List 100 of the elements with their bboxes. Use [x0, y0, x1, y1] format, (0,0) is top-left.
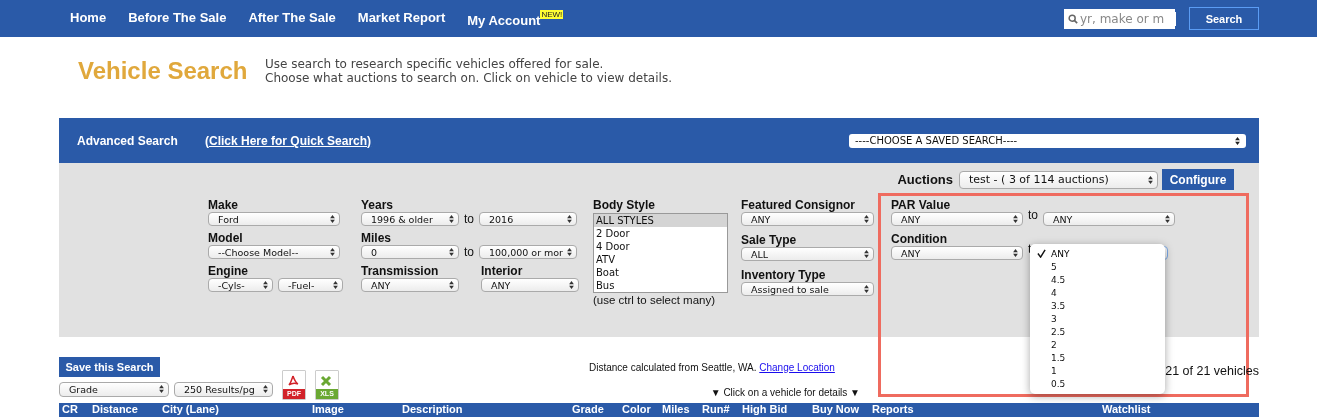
caret-icon [1013, 215, 1018, 223]
column-header[interactable]: Image [309, 403, 399, 416]
select-dropdown[interactable]: --Choose Model-- [208, 245, 340, 259]
caret-icon [1165, 215, 1170, 223]
column-header[interactable]: Distance [89, 403, 159, 416]
caret-icon [333, 281, 338, 289]
field-label: Inventory Type [741, 268, 827, 282]
field-label: Sale Type [741, 233, 798, 247]
list-option[interactable]: 2 Door [594, 227, 727, 240]
description-text: Choose what auctions to search on. Click on vehicle to view details. [265, 71, 672, 85]
page-title: Vehicle Search [78, 57, 249, 85]
menu-option[interactable]: 3.5 [1030, 299, 1165, 312]
select-dropdown[interactable]: 0 [361, 245, 459, 259]
distance-note: Distance calculated from Seattle, WA. Change Location [589, 362, 836, 373]
menu-option[interactable]: 0.5 [1030, 377, 1165, 390]
column-header[interactable]: Watchlist [1099, 403, 1159, 416]
field-label: Engine [208, 264, 249, 278]
select-dropdown[interactable]: Ford [208, 212, 340, 226]
column-header[interactable]: Miles [659, 403, 699, 416]
list-option[interactable]: 4 Door [594, 240, 727, 253]
select-dropdown[interactable]: Assigned to sale [741, 282, 874, 296]
click-hint-text: ▼ Click on a vehicle for details ▼ [709, 387, 861, 398]
caret-icon [567, 215, 572, 223]
field-label: PAR Value [891, 198, 952, 212]
list-option[interactable]: ALL STYLES [594, 214, 727, 227]
select-dropdown[interactable]: 100,000 or mor [479, 245, 577, 259]
select-dropdown[interactable]: ANY [741, 212, 874, 226]
select-dropdown[interactable]: ANY [891, 212, 1023, 226]
field-label: Condition [891, 232, 948, 246]
save-search-button[interactable]: Save this Search [59, 357, 160, 377]
nav-link[interactable]: Market Report [357, 9, 446, 28]
body-style-listbox[interactable]: ALL STYLES 2 Door 4 Door ATV Boat Bus [593, 213, 728, 293]
caret-icon [864, 285, 869, 293]
menu-option[interactable]: 2 [1030, 338, 1165, 351]
caret-icon [330, 215, 335, 223]
change-location-link[interactable]: Change Location [759, 362, 835, 373]
column-header[interactable]: CR [59, 403, 89, 416]
select-dropdown[interactable]: 1996 & older [361, 212, 459, 226]
menu-option[interactable]: 3 [1030, 312, 1165, 325]
to-label: to [464, 212, 474, 226]
configure-button[interactable]: Configure [1162, 169, 1234, 190]
check-icon [1037, 249, 1046, 258]
column-header[interactable]: High Bid [739, 403, 809, 416]
field-label: Transmission [361, 264, 440, 278]
menu-option[interactable]: 5 [1030, 260, 1165, 273]
quick-search-link[interactable]: (Click Here for Quick Search) [205, 133, 372, 148]
list-option[interactable]: Bus [594, 279, 727, 292]
search-icon [1068, 13, 1078, 24]
search-button[interactable]: Search [1189, 7, 1259, 30]
saved-search-select[interactable]: ----CHOOSE A SAVED SEARCH---- [849, 133, 1246, 148]
menu-option[interactable]: 1 [1030, 364, 1165, 377]
select-dropdown[interactable]: ANY [891, 246, 1023, 260]
field-label: Make [208, 198, 240, 212]
nav-link[interactable]: After The Sale [248, 9, 336, 28]
results-per-page-select[interactable]: 250 Results/pg [174, 381, 273, 397]
caret-icon [263, 385, 268, 393]
pdf-glyph-icon [287, 375, 299, 387]
menu-option[interactable]: ANY [1030, 247, 1165, 260]
caret-icon [1148, 175, 1153, 184]
caret-icon [263, 281, 268, 289]
field-label: Interior [481, 264, 524, 278]
nav-link[interactable]: Before The Sale [128, 9, 227, 28]
description-text: Use search to research specific vehicles offered for sale. [265, 57, 605, 71]
column-header[interactable]: Buy Now [809, 403, 869, 416]
list-option[interactable]: ATV [594, 253, 727, 266]
column-header[interactable]: Reports [869, 403, 1099, 416]
caret-icon [159, 385, 164, 393]
select-dropdown[interactable]: ANY [361, 278, 459, 292]
search-field[interactable]: yr, make or m [1064, 8, 1175, 29]
select-dropdown[interactable]: -Fuel- [278, 278, 343, 292]
auctions-select[interactable]: test - ( 3 of 114 auctions) [959, 170, 1158, 189]
caret-icon [449, 215, 454, 223]
caret-icon [449, 248, 454, 256]
select-dropdown[interactable]: ANY [1043, 212, 1175, 226]
field-label: Miles [361, 231, 392, 245]
auctions-label: Auctions [897, 172, 953, 187]
sort-select[interactable]: Grade [59, 381, 169, 397]
caret-icon [330, 248, 335, 256]
menu-option[interactable]: 4 [1030, 286, 1165, 299]
nav-link[interactable]: Home [70, 9, 107, 28]
select-dropdown[interactable]: ANY [481, 278, 579, 292]
to-label: to [1028, 208, 1038, 222]
column-header[interactable]: City (Lane) [159, 403, 309, 416]
panel-title: Advanced Search [77, 133, 179, 148]
select-dropdown[interactable]: ALL [741, 247, 874, 261]
caret-icon [864, 250, 869, 258]
column-header[interactable]: Description [399, 403, 569, 416]
menu-option[interactable]: 2.5 [1030, 325, 1165, 338]
list-option[interactable]: Boat [594, 266, 727, 279]
menu-option[interactable]: 1.5 [1030, 351, 1165, 364]
column-header[interactable]: Color [619, 403, 659, 416]
menu-option[interactable]: 4.5 [1030, 273, 1165, 286]
select-dropdown[interactable]: 2016 [479, 212, 577, 226]
column-header[interactable]: Grade [569, 403, 619, 416]
column-header[interactable]: Run# [699, 403, 739, 416]
field-label: Featured Consignor [741, 198, 856, 212]
select-dropdown[interactable]: -Cyls- [208, 278, 273, 292]
field-label: Model [208, 231, 244, 245]
caret-icon [567, 248, 572, 256]
caret-icon [864, 215, 869, 223]
